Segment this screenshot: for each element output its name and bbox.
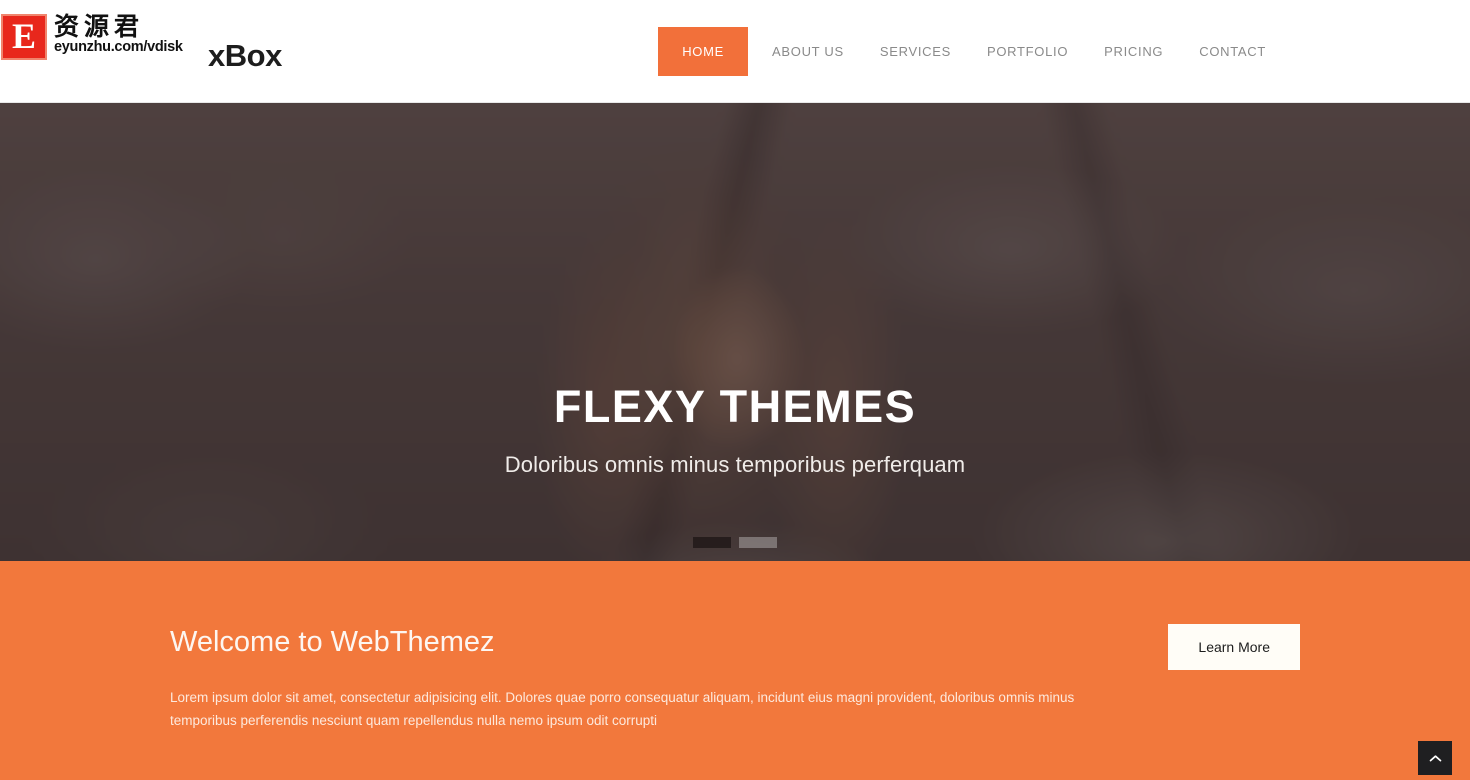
site-header: xBox E 资源君 eyunzhu.com/vdisk HOME ABOUT …	[0, 0, 1470, 103]
hero-slider-indicator-1[interactable]	[693, 537, 731, 548]
learn-more-button[interactable]: Learn More	[1168, 624, 1300, 670]
brand-logo[interactable]: xBox	[24, 0, 282, 103]
chevron-up-icon	[1429, 754, 1442, 763]
hero-slider: FLEXY THEMES Doloribus omnis minus tempo…	[0, 103, 1470, 561]
hero-slider-indicators	[693, 537, 777, 548]
welcome-cta-block: Learn More	[1080, 624, 1300, 670]
hero-slider-indicator-2[interactable]	[739, 537, 777, 548]
nav-item-home[interactable]: HOME	[658, 27, 749, 76]
nav-item-contact[interactable]: CONTACT	[1181, 27, 1284, 76]
nav-item-about-us[interactable]: ABOUT US	[754, 27, 862, 76]
hero-content: FLEXY THEMES Doloribus omnis minus tempo…	[0, 103, 1470, 561]
welcome-title: Welcome to WebThemez	[170, 626, 495, 658]
welcome-paragraph: Lorem ipsum dolor sit amet, consectetur …	[170, 689, 1075, 728]
main-navigation: HOME ABOUT US SERVICES PORTFOLIO PRICING…	[658, 0, 1284, 103]
brand-logo-text: xBox	[208, 38, 282, 73]
welcome-section: Welcome to WebThemez Lorem ipsum dolor s…	[0, 561, 1470, 780]
hero-title: FLEXY THEMES	[553, 381, 917, 432]
back-to-top-button[interactable]	[1418, 741, 1452, 775]
welcome-text-block: Welcome to WebThemez Lorem ipsum dolor s…	[170, 626, 1080, 732]
nav-item-portfolio[interactable]: PORTFOLIO	[969, 27, 1086, 76]
nav-item-services[interactable]: SERVICES	[862, 27, 969, 76]
nav-item-pricing[interactable]: PRICING	[1086, 27, 1181, 76]
hero-subtitle: Doloribus omnis minus temporibus perferq…	[504, 452, 966, 477]
